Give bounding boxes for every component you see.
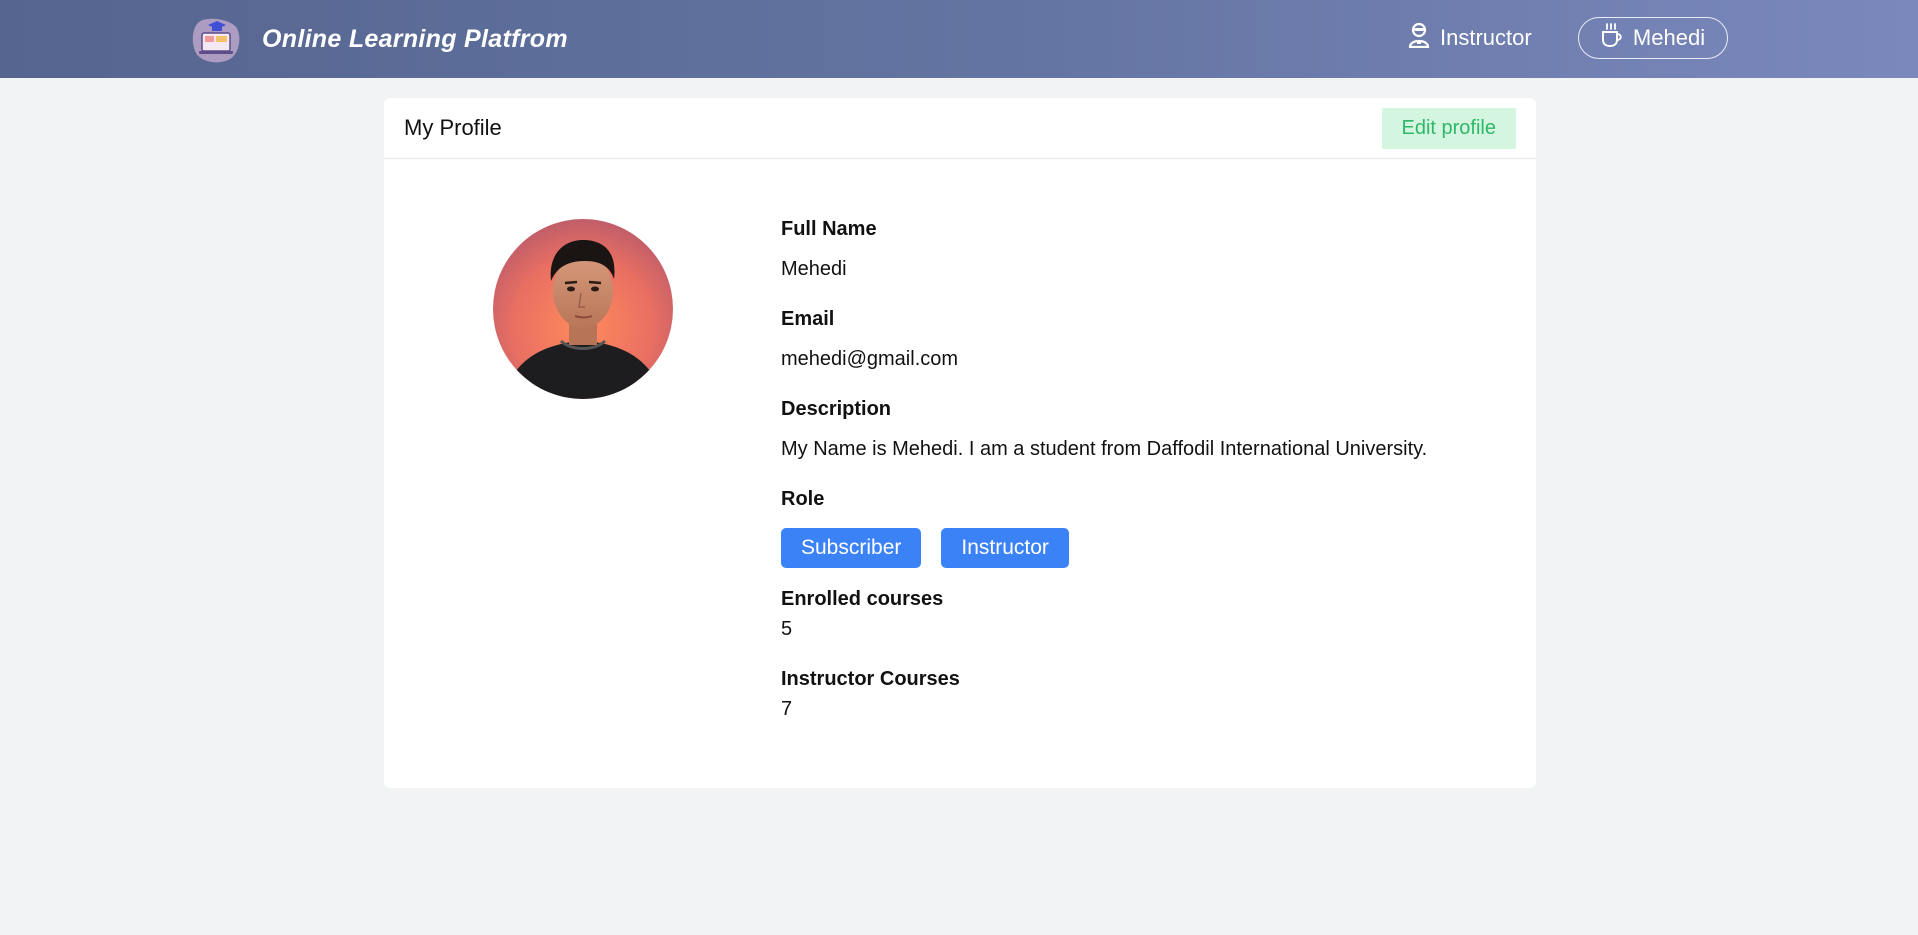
profile-card: My Profile Edit profile Full Name Mehedi… (384, 98, 1536, 788)
role-badge-subscriber[interactable]: Subscriber (781, 528, 922, 568)
top-navbar: Online Learning Platfrom Instructor Mehe… (0, 0, 1918, 78)
brand-title: Online Learning Platfrom (262, 24, 568, 53)
avatar (493, 219, 673, 399)
page-title: My Profile (404, 115, 502, 140)
brand[interactable]: Online Learning Platfrom (190, 12, 568, 66)
full-name-label: Full Name (781, 218, 877, 240)
description-label: Description (781, 398, 892, 420)
profile-card-header: My Profile Edit profile (384, 98, 1536, 159)
role-label: Role (781, 488, 825, 510)
nav-instructor-label: Instructor (1440, 25, 1532, 50)
enrolled-courses-label: Enrolled courses (781, 588, 944, 610)
user-menu-button[interactable]: Mehedi (1578, 17, 1728, 59)
email-value: mehedi@gmail.com (781, 348, 959, 370)
description-value: My Name is Mehedi. I am a student from D… (781, 438, 1428, 460)
user-icon (1408, 22, 1430, 54)
nav-instructor-link[interactable]: Instructor (1408, 22, 1532, 54)
enrolled-courses-value: 5 (781, 618, 793, 640)
instructor-courses-label: Instructor Courses (781, 668, 960, 690)
full-name-value: Mehedi (781, 258, 847, 280)
email-label: Email (781, 308, 835, 330)
role-list: Subscriber Instructor (781, 528, 1069, 568)
role-badge-instructor[interactable]: Instructor (941, 528, 1069, 568)
logo-icon (190, 13, 242, 65)
instructor-courses-value: 7 (781, 698, 793, 720)
coffee-cup-icon (1601, 22, 1623, 54)
edit-profile-button[interactable]: Edit profile (1381, 107, 1516, 149)
user-name: Mehedi (1632, 25, 1706, 50)
